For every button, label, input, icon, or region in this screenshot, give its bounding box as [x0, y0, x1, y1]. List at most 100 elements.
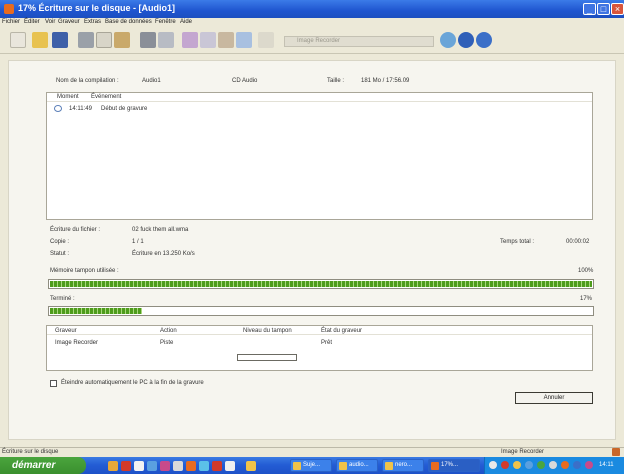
new-icon[interactable]	[10, 32, 26, 48]
log-row[interactable]: 14:11:49 Début de gravure	[47, 105, 592, 114]
menu-editer[interactable]: Éditer	[24, 19, 40, 25]
maximize-button[interactable]: □	[597, 3, 610, 15]
recorder-buffer-level	[237, 354, 297, 361]
column-buffer-level[interactable]: Niveau du tampon	[243, 328, 292, 334]
quicklaunch-icon[interactable]	[108, 461, 118, 471]
column-recorder-state[interactable]: État du graveur	[321, 328, 362, 334]
file-value: 02 fuck them all.wma	[132, 227, 189, 233]
tray-icon[interactable]	[537, 461, 545, 469]
buffer-bar	[48, 279, 594, 289]
task-button[interactable]: nero...	[382, 459, 424, 472]
cut-icon[interactable]	[78, 32, 94, 48]
quicklaunch-icon[interactable]	[246, 461, 256, 471]
tray-icon[interactable]	[585, 461, 593, 469]
copy-value: 1 / 1	[132, 239, 144, 245]
size-value: 181 Mo / 17:56.09	[361, 78, 410, 84]
buffer-percent: 100%	[578, 268, 594, 274]
log-header: Moment Événement	[47, 93, 592, 102]
column-action[interactable]: Action	[160, 328, 177, 334]
burn-icon[interactable]	[140, 32, 156, 48]
log-column-event[interactable]: Événement	[91, 94, 121, 100]
buffer-bar-fill	[50, 281, 592, 287]
quicklaunch-icon[interactable]	[199, 461, 209, 471]
quicklaunch-icon[interactable]	[186, 461, 196, 471]
erase-icon[interactable]	[200, 32, 216, 48]
log-column-moment[interactable]: Moment	[57, 94, 79, 100]
quicklaunch-icon[interactable]	[173, 461, 183, 471]
app-icon	[4, 4, 14, 14]
disc-info-icon[interactable]	[182, 32, 198, 48]
close-button[interactable]: ×	[611, 3, 624, 15]
quicklaunch-icon[interactable]	[121, 461, 131, 471]
shutdown-checkbox[interactable]	[50, 380, 57, 387]
menu-fenetre[interactable]: Fenêtre	[155, 19, 176, 25]
paste-icon[interactable]	[114, 32, 130, 48]
log-row-event: Début de gravure	[101, 106, 148, 112]
tray-icon[interactable]	[549, 461, 557, 469]
progress-bar-fill	[50, 308, 142, 314]
compilation-name-value: Audio1	[142, 78, 161, 84]
size-label: Taille :	[327, 78, 345, 84]
task-button[interactable]: Suje...	[290, 459, 332, 472]
quicklaunch-icon[interactable]	[212, 461, 222, 471]
quicklaunch-icon[interactable]	[147, 461, 157, 471]
log-row-time: 14:11:49	[69, 106, 92, 112]
status-bar: Écriture sur le disque Image Recorder	[0, 447, 624, 457]
open-icon[interactable]	[32, 32, 48, 48]
copy-disc-icon[interactable]	[158, 32, 174, 48]
compilation-name-label: Nom de la compilation :	[56, 78, 119, 84]
recorder-select[interactable]: Image Recorder	[284, 36, 434, 47]
menu-fichier[interactable]: Fichier	[2, 19, 20, 25]
shutdown-checkbox-label[interactable]: Éteindre automatiquement le PC à la fin …	[61, 380, 204, 386]
quicklaunch-icon[interactable]	[134, 461, 144, 471]
progress-bar	[48, 306, 594, 316]
help-icon[interactable]	[476, 32, 492, 48]
flame-icon	[612, 448, 620, 456]
recorder-action: Piste	[160, 340, 174, 346]
tray-icon[interactable]	[525, 461, 533, 469]
minimize-button[interactable]: _	[583, 3, 596, 15]
disc-icon	[54, 105, 62, 112]
system-tray: 14:11	[484, 457, 624, 474]
tray-icon[interactable]	[501, 461, 509, 469]
window-title: 17% Écriture sur le disque - [Audio1]	[18, 3, 176, 13]
clock: 14:11	[599, 462, 614, 468]
recorder-table-header: Graveur Action Niveau du tampon État du …	[47, 326, 592, 335]
copy-label: Copie :	[50, 239, 70, 245]
file-label: Écriture du fichier :	[50, 227, 101, 233]
properties-icon[interactable]	[258, 32, 274, 48]
save-icon[interactable]	[52, 32, 68, 48]
tray-icon[interactable]	[573, 461, 581, 469]
copy-icon[interactable]	[96, 32, 112, 48]
recorder-state: Prêt	[321, 340, 333, 346]
menu-voir[interactable]: Voir	[45, 19, 55, 25]
total-time-label: Temps total :	[500, 239, 535, 245]
quicklaunch-icon[interactable]	[225, 461, 235, 471]
progress-percent: 17%	[580, 296, 593, 302]
menu-base-de-donnees[interactable]: Base de données	[105, 19, 152, 25]
total-time-value: 00:00:02	[566, 239, 590, 245]
eject-icon[interactable]	[236, 32, 252, 48]
task-button[interactable]: audio...	[336, 459, 378, 472]
recorder-table[interactable]: Graveur Action Niveau du tampon État du …	[46, 325, 593, 371]
disc-icon[interactable]	[440, 32, 456, 48]
info-icon[interactable]	[458, 32, 474, 48]
buffer-label: Mémoire tampon utilisée :	[50, 268, 119, 274]
menu-extras[interactable]: Extras	[84, 19, 101, 25]
tray-icon[interactable]	[561, 461, 569, 469]
statusbar-recorder: Image Recorder	[501, 449, 545, 455]
statusbar-text: Écriture sur le disque	[2, 449, 59, 455]
settings-icon[interactable]	[218, 32, 234, 48]
tray-icon[interactable]	[489, 461, 497, 469]
quicklaunch-icon[interactable]	[160, 461, 170, 471]
menu-graveur[interactable]: Graveur	[58, 19, 80, 25]
column-recorder[interactable]: Graveur	[55, 328, 77, 334]
tray-icon[interactable]	[513, 461, 521, 469]
start-button[interactable]: démarrer	[0, 457, 86, 474]
cancel-button[interactable]: Annuler	[515, 392, 593, 404]
menu-bar: Fichier Éditer Voir Graveur Extras Base …	[0, 18, 624, 28]
menu-aide[interactable]: Aide	[180, 19, 192, 25]
recorder-row[interactable]: Image Recorder Piste Prêt	[47, 338, 592, 361]
task-button-active[interactable]: 17%...	[428, 459, 480, 472]
event-log[interactable]: Moment Événement 14:11:49 Début de gravu…	[46, 92, 593, 220]
